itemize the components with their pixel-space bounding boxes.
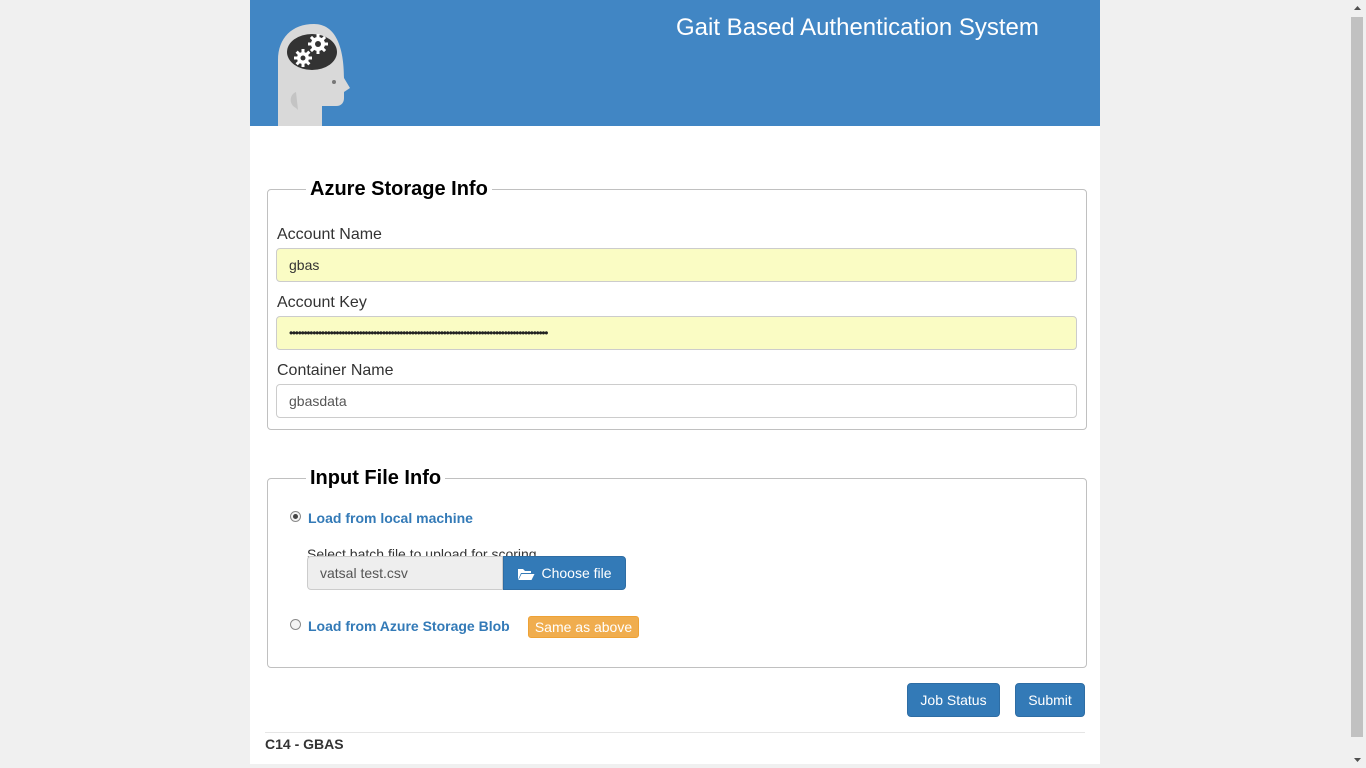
app-title: Gait Based Authentication System (676, 14, 1039, 41)
scroll-down-arrow-icon[interactable] (1349, 751, 1366, 768)
choose-file-button[interactable]: Choose file (503, 556, 626, 590)
account-key-label: Account Key (277, 294, 367, 311)
page-container: Gait Based Authentication System Azure S… (250, 0, 1100, 764)
scroll-thumb[interactable] (1351, 17, 1363, 737)
local-machine-label[interactable]: Load from local machine (308, 510, 473, 526)
scroll-up-arrow-icon[interactable] (1349, 0, 1366, 17)
account-name-input[interactable]: gbas (276, 248, 1077, 282)
vertical-scrollbar[interactable] (1349, 0, 1366, 768)
account-name-label: Account Name (277, 226, 382, 243)
header-banner: Gait Based Authentication System (250, 0, 1100, 126)
job-status-button[interactable]: Job Status (907, 683, 1000, 717)
account-key-input[interactable]: ••••••••••••••••••••••••••••••••••••••••… (276, 316, 1077, 350)
footer-text: C14 - GBAS (265, 736, 344, 752)
azure-blob-radio[interactable] (290, 619, 301, 630)
container-name-input[interactable]: gbasdata (276, 384, 1077, 418)
submit-button[interactable]: Submit (1015, 683, 1085, 717)
local-machine-radio[interactable] (290, 511, 301, 522)
footer-divider (265, 732, 1085, 733)
head-gears-icon (278, 24, 350, 126)
input-file-legend: Input File Info (310, 467, 442, 489)
choose-file-label: Choose file (541, 565, 612, 581)
same-as-above-badge: Same as above (528, 616, 639, 638)
folder-open-icon (518, 569, 535, 580)
azure-blob-label[interactable]: Load from Azure Storage Blob (308, 618, 510, 634)
azure-storage-legend: Azure Storage Info (310, 178, 488, 200)
selected-file-display: vatsal test.csv (307, 556, 503, 590)
container-name-label: Container Name (277, 362, 394, 379)
